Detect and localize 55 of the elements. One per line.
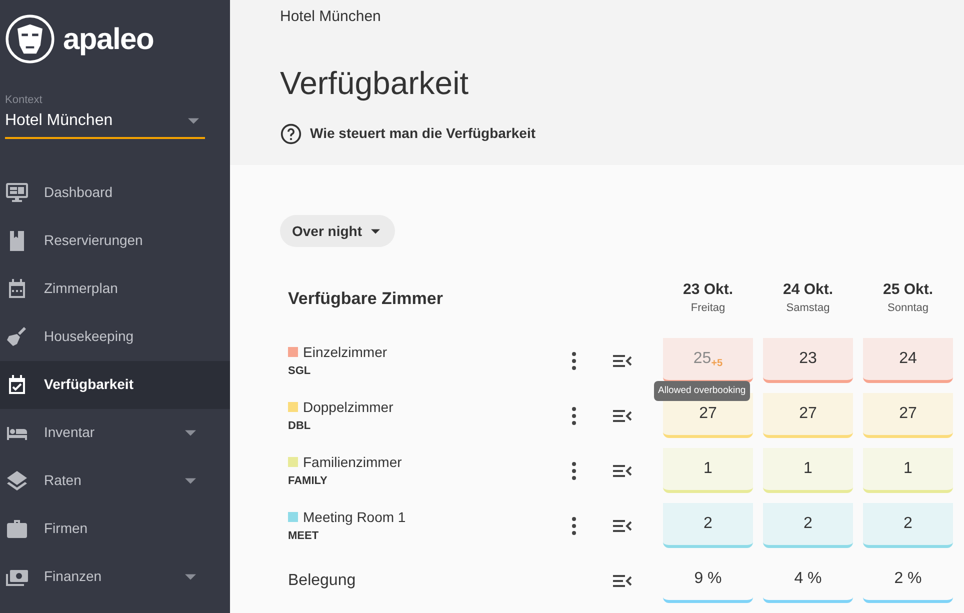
nav-item[interactable]: Reservierungen [0, 216, 230, 264]
nav-item[interactable]: Dashboard [0, 168, 230, 216]
help-link[interactable]: Wie steuert man die Verfügbarkeit [310, 123, 536, 144]
date-label: 23 Okt. [682, 281, 734, 300]
section-heading: Verfügbare Zimmer [288, 288, 443, 310]
tooltip: Allowed overbooking [654, 381, 750, 402]
weekday-label: Sonntag [888, 301, 928, 316]
room-type-code: SGL [288, 364, 312, 379]
kebab-icon [572, 462, 576, 480]
kebab-icon [572, 352, 576, 370]
page-title: Verfügbarkeit [280, 64, 470, 103]
availability-cell[interactable]: 2 [763, 503, 853, 548]
nav-item[interactable]: Housekeeping [0, 312, 230, 360]
caret-icon [371, 228, 380, 234]
room-type-code: FAMILY [288, 474, 328, 489]
date-label: 25 Okt. [882, 281, 934, 300]
availability-cell[interactable]: 1 [863, 448, 953, 493]
weekday-label: Freitag [690, 301, 726, 316]
room-type-code: MEET [288, 528, 320, 544]
room-type-name: Einzelzimmer [303, 342, 388, 362]
broom-icon [5, 324, 29, 348]
nav-item[interactable]: Firmen [0, 504, 230, 552]
availability-cell[interactable]: 2 % [863, 558, 953, 603]
row-label: Belegung [288, 570, 356, 590]
kebab-icon [572, 406, 576, 424]
room-type-code: DBL [288, 418, 312, 434]
availability-cell[interactable]: 23 [763, 338, 853, 383]
availability-cell[interactable]: 1 [763, 448, 853, 493]
availability-cell[interactable]: 1 [663, 448, 753, 493]
period-dropdown[interactable]: Over night [280, 215, 396, 247]
dropdown-caret-icon [188, 118, 199, 124]
brand-name: apaleo [63, 22, 154, 58]
weekday-label: Samstag [786, 301, 830, 316]
availability-cell[interactable]: 27 [863, 393, 953, 438]
nav-item[interactable]: Raten [0, 456, 230, 504]
nav-item[interactable]: Zimmerplan [0, 264, 230, 312]
room-type-name: Meeting Room 1 [303, 508, 406, 527]
layers-icon [5, 468, 29, 492]
availability-cell[interactable]: 24 [863, 338, 953, 383]
kebab-icon [572, 516, 576, 534]
availability-cell[interactable]: 2 [863, 503, 953, 548]
availability-cell[interactable]: 9 % [663, 558, 753, 603]
availability-cell[interactable]: 4 % [763, 558, 853, 603]
nav-item[interactable]: Verfügbarkeit [0, 360, 230, 408]
availability-cell[interactable]: 2 [663, 503, 753, 548]
nav-item[interactable]: Inventar [0, 408, 230, 456]
availability-cell[interactable]: 27 [763, 393, 853, 438]
breadcrumb: Hotel München [280, 7, 382, 27]
context-select[interactable]: Kontext Hotel München [5, 92, 205, 138]
help-icon [280, 122, 302, 144]
date-label: 24 Okt. [782, 281, 834, 300]
nav-item[interactable]: Finanzen [0, 552, 230, 600]
room-type-name: Familienzimmer [303, 452, 402, 472]
room-type-name: Doppelzimmer [303, 398, 394, 417]
monitor-icon [5, 180, 29, 204]
